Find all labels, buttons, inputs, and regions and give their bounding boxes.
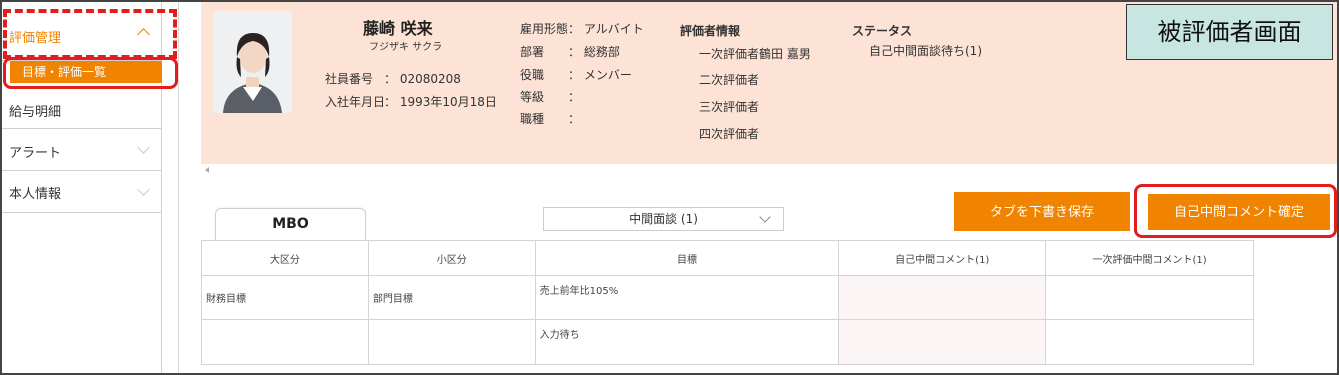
- employee-number: ： 02080208: [384, 72, 461, 86]
- detail-label: 役職: [520, 68, 545, 82]
- sidebar-item-evaluation[interactable]: 評価管理: [2, 2, 162, 61]
- hire-date-label: 入社年月日: [325, 95, 386, 109]
- sidebar-item-alert[interactable]: アラート: [2, 129, 162, 171]
- evaluator-label: 一次評価者: [699, 47, 760, 61]
- employee-number-label: 社員番号: [325, 72, 374, 86]
- sidebar-subitem-goals-list[interactable]: 目標・評価一覧: [10, 61, 162, 83]
- table-cell: [1045, 319, 1254, 365]
- column-header: 目標: [534, 240, 840, 276]
- screen-label: 被評価者画面: [1126, 4, 1333, 60]
- sidebar: 評価管理 給与明細 アラート 本人情報: [2, 2, 162, 373]
- evaluator-label: 四次評価者: [699, 127, 760, 141]
- table-cell: [367, 319, 536, 365]
- divider: [178, 2, 179, 373]
- table-cell: [201, 319, 369, 365]
- evaluator-label: 三次評価者: [699, 100, 760, 114]
- phase-select[interactable]: 中間面談 (1): [543, 207, 784, 231]
- evaluator-name: 鶴田 嘉男: [759, 47, 811, 61]
- detail-value: ： メンバー: [568, 68, 632, 82]
- column-header: 自己中間コメント(1): [838, 240, 1047, 276]
- table-row: 財務目標 部門目標 売上前年比105%: [201, 275, 1254, 320]
- tab-mbo[interactable]: MBO: [215, 208, 366, 240]
- column-header: 小区分: [367, 240, 536, 276]
- sidebar-item-payslip[interactable]: 給与明細: [2, 89, 162, 129]
- horizontal-scrollbar[interactable]: [201, 164, 1337, 178]
- sidebar-item-label: 評価管理: [9, 31, 62, 46]
- table-cell: 売上前年比105%: [534, 275, 840, 320]
- detail-label: 職種: [520, 112, 545, 126]
- sidebar-item-personal-info[interactable]: 本人情報: [2, 171, 162, 213]
- table-cell: 部門目標: [367, 275, 536, 320]
- chevron-down-icon: [759, 211, 771, 223]
- detail-label: 雇用形態: [520, 22, 569, 36]
- sidebar-item-label: 給与明細: [9, 105, 62, 120]
- table-cell: [1045, 275, 1254, 320]
- detail-value: ： 総務部: [568, 45, 620, 59]
- confirm-comment-button[interactable]: 自己中間コメント確定: [1148, 194, 1330, 230]
- column-header: 大区分: [201, 240, 369, 276]
- table-cell: 入力待ち: [534, 319, 840, 365]
- chevron-up-icon: [137, 28, 150, 41]
- table-header-row: 大区分 小区分 目標 自己中間コメント(1) 一次評価中間コメント(1): [201, 240, 1254, 276]
- detail-label: 部署: [520, 45, 545, 59]
- table-cell: 財務目標: [201, 275, 369, 320]
- hire-date: ： 1993年10月18日: [384, 95, 497, 109]
- chevron-down-icon: [137, 183, 150, 196]
- evaluators-title: 評価者情報: [680, 24, 741, 38]
- table-row: 入力待ち: [201, 319, 1254, 365]
- status-title: ステータス: [852, 24, 913, 38]
- status-value: 自己中間面談待ち(1): [869, 44, 982, 58]
- scroll-left-icon[interactable]: [205, 167, 209, 173]
- employee-name: 藤崎 咲来: [363, 19, 433, 38]
- profile-photo: [213, 11, 292, 113]
- sidebar-item-label: 本人情報: [9, 187, 62, 202]
- goals-table: 大区分 小区分 目標 自己中間コメント(1) 一次評価中間コメント(1) 財務目…: [201, 240, 1254, 365]
- save-draft-button[interactable]: タブを下書き保存: [954, 192, 1130, 231]
- detail-value: ：: [568, 90, 581, 104]
- detail-label: 等級: [520, 90, 545, 104]
- self-comment-cell[interactable]: [838, 319, 1047, 365]
- self-comment-cell[interactable]: [838, 275, 1047, 320]
- detail-value: ： アルバイト: [568, 22, 644, 36]
- employee-kana: フジザキ サクラ: [369, 42, 443, 53]
- sidebar-item-label: アラート: [9, 146, 62, 161]
- detail-value: ：: [568, 112, 581, 126]
- phase-select-value: 中間面談 (1): [629, 212, 698, 226]
- evaluator-label: 二次評価者: [699, 73, 760, 87]
- column-header: 一次評価中間コメント(1): [1045, 240, 1254, 276]
- chevron-down-icon: [137, 141, 150, 154]
